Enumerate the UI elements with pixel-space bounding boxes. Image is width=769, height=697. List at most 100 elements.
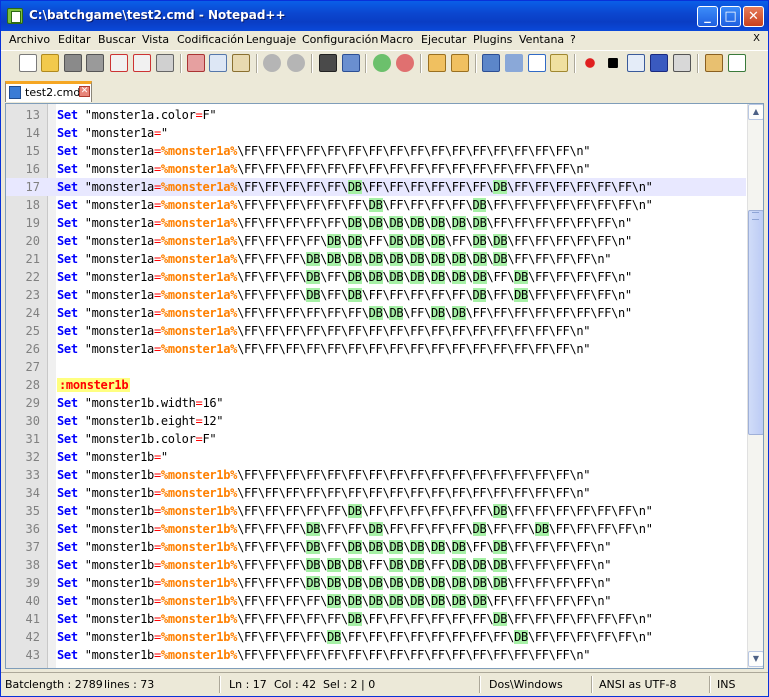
code-line[interactable]: 24 Set "monster1a=%monster1a%\FF\FF\FF\FF… — [6, 304, 746, 322]
code-line[interactable]: 30 Set "monster1b.eight=12" — [6, 412, 746, 430]
code-line[interactable]: 43 Set "monster1b=%monster1b%\FF\FF\FF\FF… — [6, 646, 746, 664]
undo-icon[interactable] — [263, 54, 281, 72]
menu-ventana[interactable]: Ventana — [519, 33, 564, 46]
save-icon[interactable] — [64, 54, 82, 72]
menu-ejecutar[interactable]: Ejecutar — [421, 33, 466, 46]
code-line[interactable]: 35 Set "monster1b=%monster1b%\FF\FF\FF\FF… — [6, 502, 746, 520]
menu-editar[interactable]: Editar — [58, 33, 91, 46]
cut-icon[interactable] — [187, 54, 205, 72]
zoom-in-icon[interactable] — [373, 54, 391, 72]
menu-vista[interactable]: Vista — [142, 33, 169, 46]
play-macro-icon[interactable] — [627, 54, 645, 72]
code-line[interactable]: 39 Set "monster1b=%monster1b%\FF\FF\FF\DB… — [6, 574, 746, 592]
menu-plugins[interactable]: Plugins — [473, 33, 512, 46]
code-line[interactable]: 25 Set "monster1a=%monster1a%\FF\FF\FF\FF… — [6, 322, 746, 340]
code-line[interactable]: 38 Set "monster1b=%monster1b%\FF\FF\FF\DB… — [6, 556, 746, 574]
show-all-chars-icon[interactable] — [505, 54, 523, 72]
code-line[interactable]: 23 Set "monster1a=%monster1a%\FF\FF\FF\DB… — [6, 286, 746, 304]
close-icon[interactable] — [110, 54, 128, 72]
code-line[interactable]: 22 Set "monster1a=%monster1a%\FF\FF\FF\DB… — [6, 268, 746, 286]
code-line[interactable]: 42 Set "monster1b=%monster1b%\FF\FF\FF\FF… — [6, 628, 746, 646]
db-highlight-token: DB — [306, 558, 321, 572]
db-highlight-token: DB — [472, 270, 487, 284]
code-line[interactable]: 27 — [6, 358, 746, 376]
print-icon[interactable] — [156, 54, 174, 72]
toolbar-separator — [365, 54, 367, 73]
new-file-icon[interactable] — [19, 54, 37, 72]
code-line[interactable]: 40 Set "monster1b=%monster1b%\FF\FF\FF\FF… — [6, 592, 746, 610]
code-line[interactable]: 29 Set "monster1b.width=16" — [6, 394, 746, 412]
code-line[interactable]: 31 Set "monster1b.color=F" — [6, 430, 746, 448]
notepadpp-app-icon[interactable] — [7, 8, 23, 24]
code-lines[interactable]: 13 Set "monster1a.color=F" 14 Set "monster1… — [6, 106, 746, 664]
vertical-scrollbar[interactable]: ▲ ▼ — [747, 104, 763, 668]
open-file-icon[interactable] — [41, 54, 59, 72]
operator-token: = — [153, 540, 161, 554]
close-all-icon[interactable] — [133, 54, 151, 72]
db-highlight-token: DB — [389, 234, 404, 248]
code-line[interactable]: 15 Set "monster1a=%monster1a%\FF\FF\FF\FF… — [6, 142, 746, 160]
menu-archivo[interactable]: Archivo — [9, 33, 50, 46]
doc-map-icon[interactable] — [550, 54, 568, 72]
menu-help[interactable]: ? — [570, 33, 576, 46]
close-window-button[interactable]: ✕ — [743, 6, 764, 27]
text-token: \FF\ — [403, 306, 431, 320]
sync-horizontal-icon[interactable] — [451, 54, 469, 72]
scroll-thumb[interactable] — [748, 210, 763, 435]
tab-test2-cmd[interactable]: test2.cmd ✕ — [5, 81, 92, 102]
maximize-button[interactable]: □ — [720, 6, 741, 27]
copy-icon[interactable] — [209, 54, 227, 72]
operator-token: = — [153, 234, 161, 248]
code-line[interactable]: 19 Set "monster1a=%monster1a%\FF\FF\FF\FF… — [6, 214, 746, 232]
close-document-x[interactable]: X — [753, 33, 760, 44]
trim-icon[interactable] — [705, 54, 723, 72]
code-line[interactable]: 20 Set "monster1a=%monster1a%\FF\FF\FF\FF… — [6, 232, 746, 250]
sync-vertical-icon[interactable] — [428, 54, 446, 72]
code-line[interactable]: 26 Set "monster1a=%monster1a%\FF\FF\FF\FF… — [6, 340, 746, 358]
code-line[interactable]: 18 Set "monster1a=%monster1a%\FF\FF\FF\FF… — [6, 196, 746, 214]
text-token: \ — [382, 576, 390, 590]
save-all-icon[interactable] — [86, 54, 104, 72]
find-icon[interactable] — [319, 54, 337, 72]
code-line[interactable]: 37 Set "monster1b=%monster1b%\FF\FF\FF\DB… — [6, 538, 746, 556]
menu-codificacion[interactable]: Codificación — [177, 33, 244, 46]
record-macro-icon[interactable] — [581, 54, 599, 72]
code-line[interactable]: 16 Set "monster1a=%monster1a%\FF\FF\FF\FF… — [6, 160, 746, 178]
code-line[interactable]: 32 Set "monster1b=" — [6, 448, 746, 466]
redo-icon[interactable] — [287, 54, 305, 72]
text-token: "monster1b.width — [77, 396, 196, 410]
word-wrap-icon[interactable] — [482, 54, 500, 72]
menu-macro[interactable]: Macro — [380, 33, 413, 46]
indent-guide-icon[interactable] — [528, 54, 546, 72]
save-macro-icon[interactable] — [673, 54, 691, 72]
tab-close-icon[interactable]: ✕ — [79, 86, 90, 97]
code-line[interactable]: 28:monster1b — [6, 376, 746, 394]
replace-icon[interactable] — [342, 54, 360, 72]
scroll-up-arrow-icon[interactable]: ▲ — [748, 104, 763, 120]
menu-configuracion[interactable]: Configuración — [302, 33, 378, 46]
stop-record-icon[interactable] — [608, 58, 618, 68]
run-multiple-macro-icon[interactable] — [650, 54, 668, 72]
scroll-down-arrow-icon[interactable]: ▼ — [748, 651, 763, 667]
code-line[interactable]: 13 Set "monster1a.color=F" — [6, 106, 746, 124]
spellcheck-icon[interactable] — [728, 54, 746, 72]
code-line[interactable]: 41 Set "monster1b=%monster1b%\FF\FF\FF\FF… — [6, 610, 746, 628]
text-token: \FF\FF\FF\ — [237, 558, 307, 572]
code-line[interactable]: 36 Set "monster1b=%monster1b%\FF\FF\FF\DB… — [6, 520, 746, 538]
code-line[interactable]: 17 Set "monster1a=%monster1a%\FF\FF\FF\FF… — [6, 178, 746, 196]
menu-lenguaje[interactable]: Lenguaje — [246, 33, 296, 46]
code-line[interactable]: 33 Set "monster1b=%monster1b%\FF\FF\FF\FF… — [6, 466, 746, 484]
title-bar[interactable]: C:\batchgame\test2.cmd - Notepad++ _ □ ✕ — [1, 1, 768, 31]
editor-area[interactable]: 13 Set "monster1a.color=F" 14 Set "monster1… — [5, 103, 764, 669]
status-selection: Sel : 2 | 0 — [323, 678, 376, 691]
code-line[interactable]: 21 Set "monster1a=%monster1a%\FF\FF\FF\DB… — [6, 250, 746, 268]
paste-icon[interactable] — [232, 54, 250, 72]
operator-token: = — [153, 288, 161, 302]
code-line[interactable]: 14 Set "monster1a=" — [6, 124, 746, 142]
code-line[interactable]: 34 Set "monster1b=%monster1b%\FF\FF\FF\FF… — [6, 484, 746, 502]
minimize-button[interactable]: _ — [697, 6, 718, 27]
code-text: Set "monster1b=%monster1b%\FF\FF\FF\FF\D… — [57, 592, 611, 610]
menu-buscar[interactable]: Buscar — [98, 33, 136, 46]
text-token: "monster1a — [77, 270, 155, 284]
zoom-out-icon[interactable] — [396, 54, 414, 72]
